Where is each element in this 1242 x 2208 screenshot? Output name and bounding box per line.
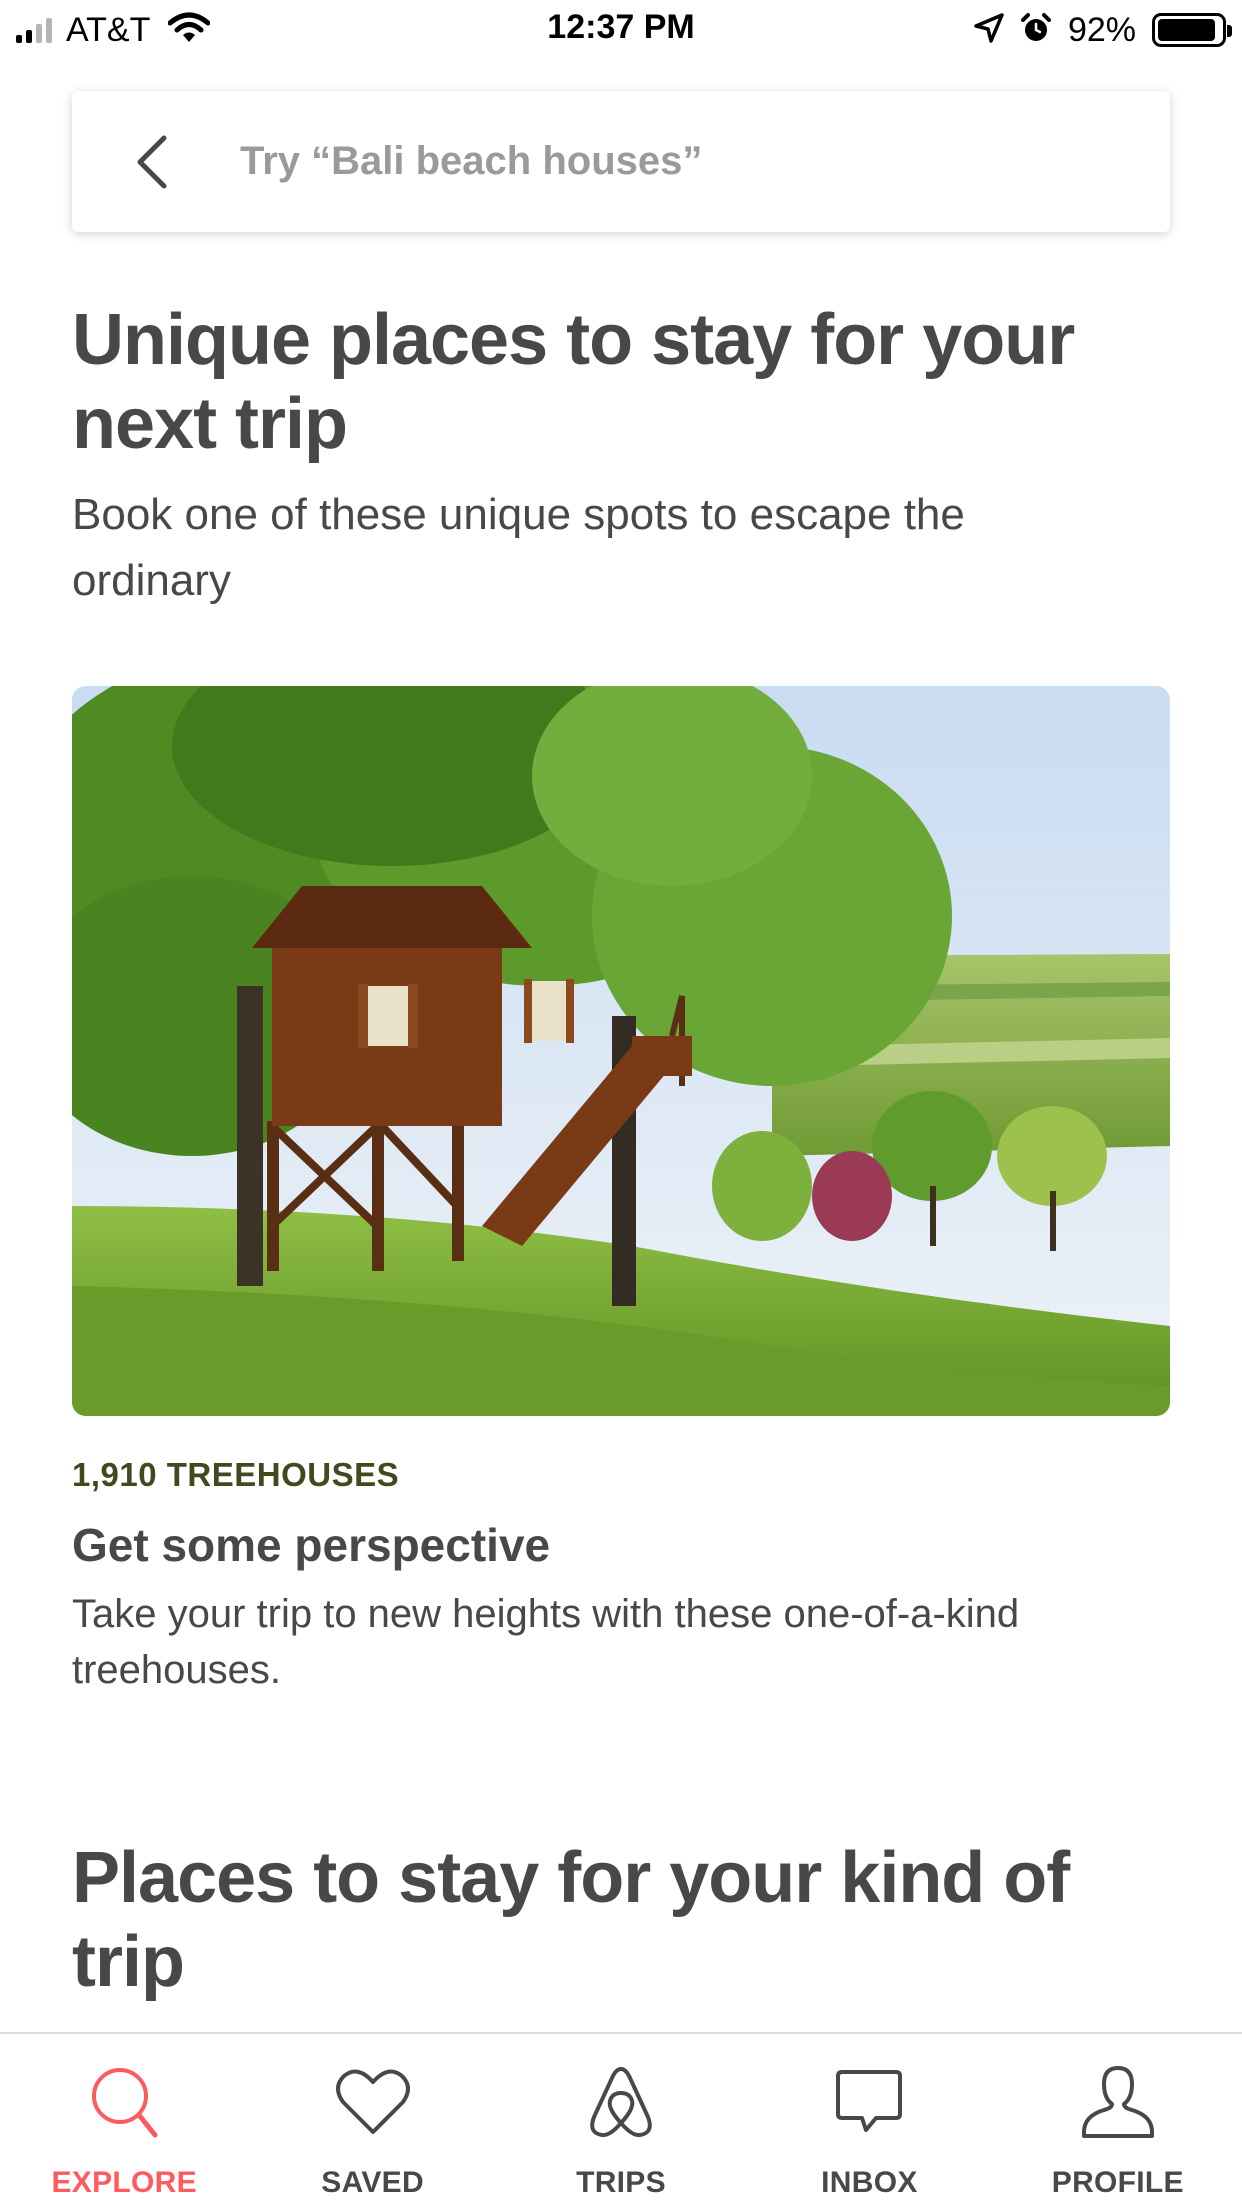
location-icon xyxy=(974,12,1004,48)
section-title-unique-places: Unique places to stay for your next trip xyxy=(72,300,1075,464)
back-chevron-icon[interactable] xyxy=(122,132,182,192)
tab-label: SAVED xyxy=(321,2166,424,2199)
battery-percentage: 92% xyxy=(1067,10,1136,49)
card-kicker: 1,910 TREEHOUSES xyxy=(72,1456,400,1493)
airbnb-logo-icon xyxy=(581,2062,661,2142)
tab-label: PROFILE xyxy=(1051,2166,1184,2199)
chat-bubble-icon xyxy=(829,2062,909,2142)
tab-profile[interactable]: PROFILE xyxy=(994,2034,1242,2208)
alarm-icon xyxy=(1020,12,1052,49)
section-title-kind-of-trip: Places to stay for your kind of trip xyxy=(72,1838,1070,2002)
section-subtitle: Book one of these unique spots to escape… xyxy=(72,490,965,605)
tab-bar: EXPLORE SAVED TRIPS INBOX PROFILE xyxy=(0,2032,1242,2208)
heart-icon xyxy=(333,2062,413,2142)
person-icon xyxy=(1078,2062,1158,2142)
search-icon xyxy=(84,2062,164,2142)
tab-label: INBOX xyxy=(821,2166,918,2199)
card-title[interactable]: Get some perspective xyxy=(72,1518,550,1572)
tab-label: TRIPS xyxy=(576,2166,666,2199)
search-input[interactable]: Try “Bali beach houses” xyxy=(240,139,702,184)
card-description: Take your trip to new heights with these… xyxy=(72,1592,1020,1692)
tab-inbox[interactable]: INBOX xyxy=(745,2034,993,2208)
tab-explore[interactable]: EXPLORE xyxy=(0,2034,248,2208)
tab-saved[interactable]: SAVED xyxy=(248,2034,496,2208)
tab-trips[interactable]: TRIPS xyxy=(497,2034,745,2208)
tab-label: EXPLORE xyxy=(51,2166,197,2199)
search-bar[interactable]: Try “Bali beach houses” xyxy=(72,91,1170,232)
treehouse-photo[interactable] xyxy=(72,686,1170,1416)
battery-icon xyxy=(1152,13,1232,47)
status-bar: AT&T 12:37 PM 92% xyxy=(0,0,1242,62)
